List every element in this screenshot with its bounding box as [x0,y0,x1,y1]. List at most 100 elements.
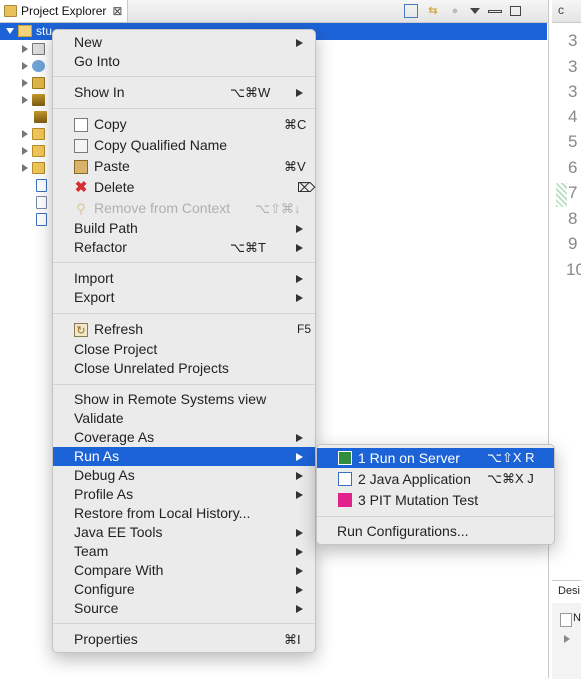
collapsed-twisty-icon[interactable] [564,635,570,643]
tree-item[interactable] [22,143,45,159]
submenu-arrow-icon [296,294,303,302]
menu-item-profile-as[interactable]: Profile As [53,485,315,504]
menu-item-run-as[interactable]: Run As [53,447,315,466]
line-number: 6 [568,158,578,177]
menu-separator [53,623,315,624]
tree-item[interactable] [22,75,45,91]
expanded-twisty-icon[interactable] [6,28,14,34]
menu-item-label: Properties [74,631,138,647]
tree-item[interactable] [36,211,47,227]
maximize-icon[interactable] [510,6,521,16]
menu-item-shortcut: ⌦ [297,180,316,195]
menu-item-java-ee-tools[interactable]: Java EE Tools [53,523,315,542]
menu-item-refactor[interactable]: Refactor ⌥⌘T [53,238,315,257]
collapsed-twisty-icon[interactable] [22,45,28,53]
submenu-arrow-icon [296,39,303,47]
collapsed-twisty-icon[interactable] [22,130,28,138]
collapsed-twisty-icon[interactable] [22,96,28,104]
run-as-submenu: 1 Run on Server ⌥⇧X R 2 Java Application… [316,444,555,545]
menu-item-configure[interactable]: Configure [53,580,315,599]
design-tab[interactable]: Desi [552,581,581,603]
project-explorer-tab[interactable]: Project Explorer ⊠ [0,0,128,22]
tree-item[interactable] [36,194,47,210]
menu-item-paste[interactable]: Paste ⌘V [53,157,315,176]
submenu-item-shortcut: ⌥⌘X J [487,471,534,486]
menu-item-close-unrelated-projects[interactable]: Close Unrelated Projects [53,359,315,378]
folder-icon [32,145,45,157]
submenu-item-run-configurations[interactable]: Run Configurations... [317,521,554,541]
menu-item-export[interactable]: Export [53,288,315,307]
menu-item-refresh[interactable]: ↻ Refresh F5 [53,320,315,339]
project-icon [18,25,32,37]
tree-item[interactable] [36,177,47,193]
folder-icon [32,128,45,140]
submenu-item-run-on-server[interactable]: 1 Run on Server ⌥⇧X R [317,448,554,468]
line-number: 3 [568,57,578,76]
submenu-item-java-application[interactable]: 2 Java Application ⌥⌘X J [317,469,554,489]
menu-item-label: Import [74,270,114,286]
menu-item-copy[interactable]: Copy ⌘C [53,115,315,134]
line-number: 3 [568,82,578,101]
copy-qualified-name-icon [74,139,88,153]
paste-icon [74,160,88,174]
minimize-icon[interactable] [488,9,502,13]
menu-item-shortcut: ⌘I [284,632,301,647]
menu-item-label: Paste [94,158,130,174]
collapsed-twisty-icon[interactable] [22,62,28,70]
menu-item-build-path[interactable]: Build Path [53,219,315,238]
submenu-item-pit-mutation-test[interactable]: 3 PIT Mutation Test [317,490,554,510]
bottom-panel: Desi N [552,580,581,679]
tree-item[interactable] [22,160,45,176]
collapse-all-icon[interactable] [404,4,418,18]
menu-item-label: Build Path [74,220,138,236]
menu-item-label: Refresh [94,321,144,337]
menu-item-label: Source [74,600,119,616]
menu-item-copy-qualified-name[interactable]: Copy Qualified Name [53,136,315,155]
tree-item[interactable] [22,126,45,142]
tree-item[interactable] [22,41,45,57]
editor-tab[interactable]: c [552,0,581,23]
menu-item-validate[interactable]: Validate [53,409,315,428]
line-number: 8 [568,209,578,228]
folder-icon [32,162,45,174]
menu-item-close-project[interactable]: Close Project [53,340,315,359]
collapsed-twisty-icon[interactable] [22,164,28,172]
design-tab-label: Desi [558,585,581,597]
menu-item-label: Team [74,543,109,559]
view-menu-icon[interactable] [470,8,480,14]
submenu-arrow-icon [296,434,303,442]
tree-item[interactable] [34,109,47,125]
run-on-server-icon [338,451,352,465]
menu-item-team[interactable]: Team [53,542,315,561]
menu-item-label: Run As [74,448,120,464]
menu-item-label: Copy [94,116,127,132]
menu-item-source[interactable]: Source [53,599,315,618]
menu-item-debug-as[interactable]: Debug As [53,466,315,485]
submenu-arrow-icon [296,225,303,233]
menu-item-label: Compare With [74,562,164,578]
menu-item-coverage-as[interactable]: Coverage As [53,428,315,447]
collapsed-twisty-icon[interactable] [22,147,28,155]
submenu-arrow-icon [296,586,303,594]
tree-item[interactable] [22,92,45,108]
tree-item[interactable] [22,58,45,74]
menu-item-new[interactable]: New [53,33,315,52]
menu-item-compare-with[interactable]: Compare With [53,561,315,580]
link-with-editor-icon[interactable]: ⇆ [426,4,440,18]
menu-item-restore-from-local-history[interactable]: Restore from Local History... [53,504,315,523]
menu-item-delete[interactable]: ✖ Delete ⌦ [53,178,316,197]
menu-item-properties[interactable]: Properties ⌘I [53,630,315,649]
collapsed-twisty-icon[interactable] [22,79,28,87]
close-icon[interactable]: ⊠ [112,4,122,18]
menu-item-import[interactable]: Import [53,269,315,288]
menu-item-show-in-remote-systems-view[interactable]: Show in Remote Systems view [53,390,315,409]
menu-item-show-in[interactable]: Show In ⌥⌘W [53,83,315,102]
submenu-separator [317,516,554,517]
copy-icon [74,118,88,132]
menu-item-go-into[interactable]: Go Into [53,52,315,71]
submenu-arrow-icon [296,548,303,556]
line-number: 9 [568,234,578,253]
filter-icon[interactable]: ● [448,4,462,18]
submenu-item-label: 3 PIT Mutation Test [358,492,479,508]
web-resources-icon [32,60,45,72]
